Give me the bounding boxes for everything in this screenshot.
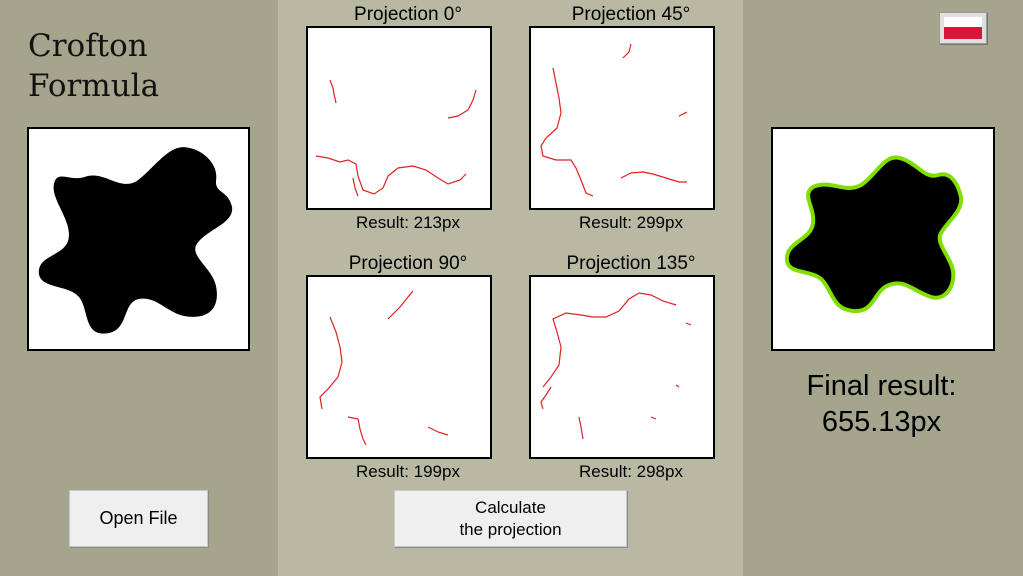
- poland-flag-icon[interactable]: [939, 12, 987, 44]
- result-image: [771, 127, 995, 351]
- input-shape: [38, 147, 233, 334]
- open-file-button[interactable]: Open File: [69, 490, 208, 547]
- projection-135-plot: [540, 292, 692, 440]
- projection-0-image: [306, 26, 492, 210]
- input-image: [27, 127, 250, 351]
- projection-90-title: Projection 90°: [348, 253, 468, 274]
- projection-0-result: Result: 213px: [356, 213, 460, 232]
- final-result: Final result: 655.13px: [760, 368, 1003, 440]
- projection-45-plot: [540, 43, 688, 197]
- projection-90-result: Result: 199px: [356, 462, 460, 481]
- projection-45-result: Result: 299px: [579, 213, 683, 232]
- result-shape: [784, 155, 964, 314]
- flag-red-stripe: [944, 27, 982, 39]
- app-title: Crofton Formula: [28, 28, 160, 104]
- flag-white-stripe: [944, 17, 982, 27]
- calculate-projection-button[interactable]: Calculate the projection: [394, 490, 627, 547]
- projection-0-plot: [315, 79, 477, 197]
- projection-0-title: Projection 0°: [354, 4, 462, 25]
- projection-135-result: Result: 298px: [579, 462, 683, 481]
- projection-45-image: [529, 26, 715, 210]
- projection-135-title: Projection 135°: [566, 253, 696, 274]
- projection-135-image: [529, 275, 715, 459]
- projection-45-title: Projection 45°: [571, 4, 691, 25]
- projection-90-plot: [319, 290, 449, 446]
- projection-90-image: [306, 275, 492, 459]
- final-result-label: Final result:: [806, 370, 957, 402]
- final-result-value: 655.13px: [821, 406, 942, 438]
